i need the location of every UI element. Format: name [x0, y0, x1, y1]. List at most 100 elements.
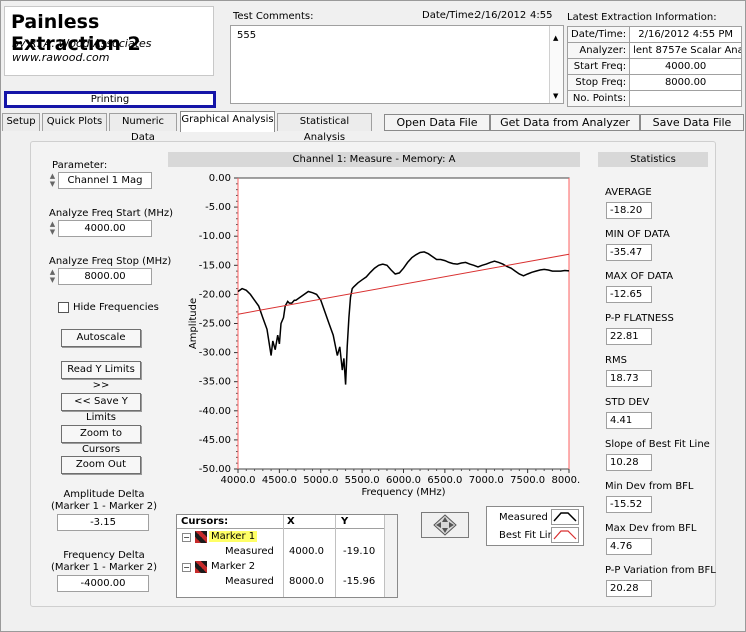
stat-label: MAX OF DATA [605, 271, 674, 282]
stat-value: 4.41 [606, 412, 652, 429]
cursors-scrollbar[interactable] [384, 515, 397, 597]
autoscale-button[interactable]: Autoscale [61, 329, 141, 347]
comments-scrollbar[interactable]: ▲ ▼ [549, 26, 563, 103]
info-key: Stop Freq: [566, 74, 631, 91]
amplitude-delta-value: -3.15 [57, 514, 149, 531]
stat-label: P-P FLATNESS [605, 313, 674, 324]
info-key: Date/Time: [566, 26, 631, 43]
marker-2-icon [195, 561, 207, 573]
marker-1-name[interactable]: Marker 1 [209, 531, 258, 542]
zoom-out-button[interactable]: Zoom Out [61, 456, 141, 474]
info-row: Stop Freq: 8000.00 [566, 74, 743, 91]
stat-label: Max Dev from BFL [605, 523, 697, 534]
scroll-down-icon[interactable]: ▼ [553, 92, 558, 100]
test-comments-label: Test Comments: [233, 11, 314, 22]
y-tick-label: 0.00 [209, 173, 231, 184]
amplitude-delta-sublabel: (Marker 1 - Marker 2) [51, 501, 157, 512]
y-tick-label: -5.00 [205, 202, 231, 213]
stat-value: 20.28 [606, 580, 652, 597]
amplitude-chart[interactable]: 0.00 -5.00 -10.00 -15.00 -20.00 -25.00 -30.00 -… [168, 168, 580, 506]
company-url: www.rawood.com [12, 51, 110, 64]
stat-label: RMS [605, 355, 627, 366]
frequency-delta-label: Frequency Delta [63, 550, 145, 561]
info-key: Analyzer: [566, 42, 631, 59]
legend-bestfit-swatch[interactable] [551, 527, 579, 543]
x-tick-label: 4000.0 [221, 475, 256, 486]
tab-quick-plots[interactable]: Quick Plots [42, 113, 107, 131]
tab-setup[interactable]: Setup [2, 113, 40, 131]
marker-1-icon [195, 531, 207, 543]
parameter-select[interactable]: Channel 1 Mag [58, 172, 152, 189]
statistics-header: Statistics [598, 152, 708, 167]
stat-label: MIN OF DATA [605, 229, 670, 240]
y-tick-label: -50.00 [199, 464, 231, 475]
tab-statistical-analysis[interactable]: Statistical Analysis [277, 113, 372, 143]
save-data-file-button[interactable]: Save Data File [640, 114, 744, 131]
x-tick-label: 6000.0 [386, 475, 421, 486]
open-data-file-button[interactable]: Open Data File [384, 114, 490, 131]
legend-measured-label: Measured [499, 512, 548, 523]
start-freq-input[interactable]: 4000.00 [58, 220, 152, 237]
collapse-icon[interactable]: − [182, 533, 191, 542]
stat-label: STD DEV [605, 397, 650, 408]
start-freq-label: Analyze Freq Start (MHz) [49, 208, 173, 219]
test-comments-field[interactable]: 555 ▲ ▼ [230, 25, 564, 104]
info-key: No. Points: [566, 90, 631, 107]
stat-label: AVERAGE [605, 187, 652, 198]
logo-box: Painless Extraction 2 by R. A. Wood Asso… [4, 6, 214, 76]
frequency-delta-sublabel: (Marker 1 - Marker 2) [51, 562, 157, 573]
datetime-label: Date/Time: [422, 10, 478, 21]
y-tick-label: -10.00 [199, 231, 231, 242]
y-tick-label: -25.00 [199, 319, 231, 330]
info-row: Analyzer:lent 8757e Scalar Analyz [566, 42, 743, 59]
tab-numeric-data[interactable]: Numeric Data [109, 113, 177, 143]
collapse-icon[interactable]: − [182, 563, 191, 572]
stat-value: -15.52 [606, 496, 652, 513]
marker-2-x: 8000.0 [289, 576, 324, 587]
info-row: No. Points: [566, 90, 743, 107]
tab-graphical-analysis[interactable]: Graphical Analysis [180, 111, 275, 132]
stat-label: Slope of Best Fit Line [605, 439, 710, 450]
zoom-to-cursors-button[interactable]: Zoom to Cursors [61, 425, 141, 455]
scroll-up-icon[interactable]: ▲ [553, 34, 558, 42]
y-tick-label: -30.00 [199, 348, 231, 359]
get-data-from-analyzer-button[interactable]: Get Data from Analyzer [490, 114, 640, 131]
chart-title: Channel 1: Measure - Memory: A [168, 152, 580, 167]
diamond-arrows-icon[interactable] [422, 513, 468, 537]
stat-value: 10.28 [606, 454, 652, 471]
y-tick-label: -35.00 [199, 377, 231, 388]
parameter-spinner-icon[interactable]: ▲ ▼ [48, 172, 57, 189]
x-tick-label: 7500.0 [510, 475, 545, 486]
marker-2-name[interactable]: Marker 2 [209, 561, 257, 572]
info-value: 2/16/2012 4:55 PM [629, 26, 743, 43]
y-tick-label: -45.00 [199, 435, 231, 446]
cursors-x-header: X [287, 516, 295, 527]
y-axis-label: Amplitude [188, 298, 199, 349]
start-freq-spinner-icon[interactable]: ▲ ▼ [48, 220, 57, 237]
legend-measured-swatch[interactable] [551, 509, 579, 525]
y-tick-label: -40.00 [199, 406, 231, 417]
marker-1-x: 4000.0 [289, 546, 324, 557]
chart-legend: Measured Best Fit Line [486, 506, 584, 546]
marker-1-y: -19.10 [343, 546, 376, 557]
marker-2-series: Measured [225, 576, 274, 587]
info-value: 8000.00 [629, 74, 743, 91]
stop-freq-spinner-icon[interactable]: ▲ ▼ [48, 268, 57, 285]
read-y-limits-button[interactable]: Read Y Limits >> [61, 361, 141, 391]
cursors-col-divider [283, 515, 284, 597]
save-y-limits-button[interactable]: << Save Y Limits [61, 393, 141, 423]
date-value: 2/16/2012 [475, 10, 527, 21]
marker-1-series: Measured [225, 546, 274, 557]
info-row: Start Freq: 4000.00 [566, 58, 743, 75]
info-value [629, 90, 743, 107]
hide-frequencies-checkbox[interactable] [58, 302, 69, 313]
stat-value: 4.76 [606, 538, 652, 555]
cursor-move-pad[interactable] [421, 512, 469, 538]
stat-value: -12.65 [606, 286, 652, 303]
stop-freq-input[interactable]: 8000.00 [58, 268, 152, 285]
x-tick-label: 4500.0 [262, 475, 297, 486]
x-tick-label: 5000.0 [303, 475, 338, 486]
hide-frequencies-label: Hide Frequencies [73, 302, 159, 313]
cursors-table[interactable]: Cursors: X Y − Marker 1 Measured 4000.0 … [176, 514, 398, 598]
cursors-header: Cursors: [181, 516, 229, 527]
